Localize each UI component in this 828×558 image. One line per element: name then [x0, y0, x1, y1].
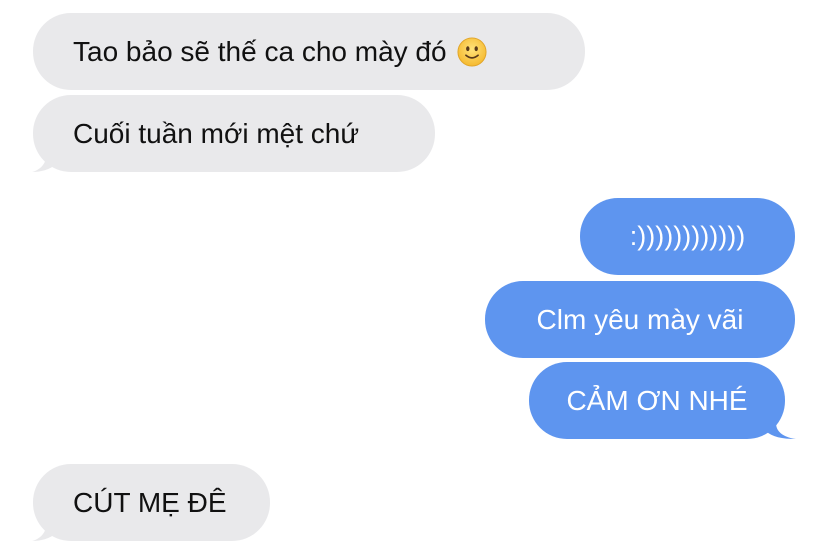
message-text: CẢM ƠN NHÉ: [566, 384, 748, 416]
slightly-smiling-face-emoji: [457, 36, 487, 67]
message-bubble-outgoing[interactable]: Clm yêu mày vãi: [485, 281, 795, 358]
message-text: Clm yêu mày vãi: [536, 303, 744, 335]
message-text: CÚT MẸ ĐÊ: [73, 486, 227, 518]
message-text: Cuối tuần mới mệt chứ: [73, 117, 360, 149]
message-text: Tao bảo sẽ thế ca cho mày đó: [73, 35, 447, 67]
bubble-tail-outgoing: [766, 409, 796, 439]
message-bubble-outgoing[interactable]: CẢM ƠN NHÉ: [529, 362, 785, 439]
message-bubble-incoming[interactable]: Tao bảo sẽ thế ca cho mày đó: [33, 13, 585, 90]
bubble-tail-incoming: [32, 142, 56, 172]
bubble-tail-incoming: [32, 511, 56, 541]
message-bubble-incoming[interactable]: Cuối tuần mới mệt chứ: [33, 95, 435, 172]
message-bubble-outgoing[interactable]: :)))))))))))): [580, 198, 795, 275]
message-bubble-incoming[interactable]: CÚT MẸ ĐÊ: [33, 464, 270, 541]
message-text: :)))))))))))): [629, 221, 746, 251]
